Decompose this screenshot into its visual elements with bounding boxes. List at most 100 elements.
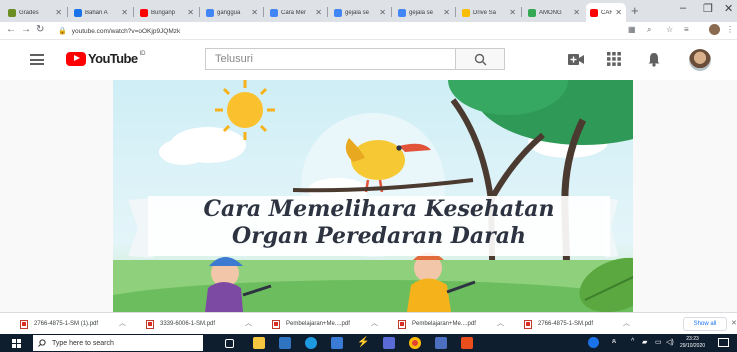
tab-label: gejala se	[345, 9, 370, 16]
download-item[interactable]: 2766-4875-1-SM (1).pdf	[20, 317, 98, 331]
download-item[interactable]: 3339-6006-1-SM.pdf	[146, 317, 215, 331]
help-icon[interactable]	[588, 337, 599, 348]
notifications-bell-icon[interactable]	[648, 52, 660, 67]
tab-close-icon[interactable]: ✕	[509, 8, 516, 17]
search-placeholder: Telusuri	[215, 53, 253, 65]
power-icon[interactable]: ⚡	[357, 337, 369, 349]
zoom-icon[interactable]: ⌕	[647, 25, 651, 35]
tab-label: Grades	[19, 9, 39, 16]
browser-tab[interactable]: Bunganp ✕	[136, 3, 198, 22]
downloads-bar: 2766-4875-1-SM (1).pdf ︿ 3339-6006-1-SM.…	[0, 312, 737, 334]
photos-icon[interactable]	[435, 337, 447, 349]
video-player-area: Cara Memelihara Kesehatan Organ Peredara…	[0, 80, 737, 312]
bookmark-star-icon[interactable]: ☆	[666, 25, 673, 34]
download-filename: Pembelajaran+Me....pdf	[412, 321, 476, 327]
pdf-file-icon	[272, 319, 280, 329]
chevron-up-icon[interactable]: ︿	[119, 318, 126, 328]
network-icon[interactable]: ▰	[642, 338, 647, 346]
youtube-wordmark: YouTube	[88, 51, 138, 66]
download-filename: Pembelajaran+Me....pdf	[286, 321, 350, 327]
close-window-icon[interactable]: ✕	[724, 2, 733, 15]
region-code: ID	[139, 50, 146, 57]
taskbar-clock[interactable]: 23:23 29/10/2020	[680, 336, 705, 350]
office-icon[interactable]	[461, 337, 473, 349]
tab-favicon-icon	[590, 8, 598, 17]
reading-list-icon[interactable]: ≡	[684, 25, 689, 34]
video-title-banner: Cara Memelihara Kesehatan Organ Peredara…	[148, 196, 610, 256]
youtube-logo[interactable]: YouTube ID	[66, 51, 145, 66]
account-avatar[interactable]	[689, 49, 711, 71]
maximize-icon[interactable]: ❐	[703, 2, 713, 15]
browser-menu-icon[interactable]: ⋮	[726, 25, 734, 34]
tab-label: Cara Mer	[281, 9, 307, 16]
browser-tab[interactable]: AMONG ✕	[524, 3, 584, 22]
file-explorer-icon[interactable]	[253, 337, 265, 349]
notifications-icon[interactable]	[718, 338, 729, 347]
create-video-icon[interactable]	[568, 53, 584, 66]
hamburger-menu-icon[interactable]	[30, 54, 44, 65]
edge-icon[interactable]	[305, 337, 317, 349]
browser-tab[interactable]: Drive Sa ✕	[458, 3, 520, 22]
tab-label: CAR	[601, 9, 613, 16]
store-icon[interactable]	[331, 337, 343, 349]
browser-tab[interactable]: gejala se ✕	[330, 3, 390, 22]
user-people-icon[interactable]: ጰ	[612, 338, 616, 346]
chevron-up-icon[interactable]: ︿	[623, 318, 630, 328]
search-input[interactable]: Telusuri	[205, 48, 455, 70]
browser-tab[interactable]: Bahan A ✕	[70, 3, 132, 22]
download-item[interactable]: Pembelajaran+Me....pdf	[272, 317, 350, 331]
tab-close-icon[interactable]: ✕	[121, 8, 128, 17]
chevron-up-icon[interactable]: ︿	[245, 318, 252, 328]
close-downloads-icon[interactable]: ✕	[731, 319, 737, 327]
chevron-up-icon[interactable]: ︿	[497, 318, 504, 328]
download-filename: 2766-4875-1-SM (1).pdf	[34, 321, 99, 327]
tab-close-icon[interactable]: ✕	[573, 8, 580, 17]
tab-close-icon[interactable]: ✕	[251, 8, 258, 17]
windows-start-icon[interactable]	[12, 339, 21, 348]
chevron-up-icon[interactable]: ︿	[371, 318, 378, 328]
tab-close-icon[interactable]: ✕	[379, 8, 386, 17]
address-bar[interactable]: 🔒 youtube.com/watch?v=oOKjp9JQMzk	[58, 24, 618, 38]
download-item[interactable]: Pembelajaran+Me....pdf	[398, 317, 476, 331]
download-filename: 2766-4875-1-SM.pdf	[538, 321, 594, 327]
browser-profile-avatar[interactable]	[709, 24, 720, 35]
minimize-icon[interactable]: –	[680, 2, 686, 14]
translate-icon[interactable]: ▦	[628, 25, 636, 34]
tab-close-icon[interactable]: ✕	[315, 8, 322, 17]
tab-close-icon[interactable]: ✕	[615, 8, 622, 17]
tab-favicon-icon	[528, 8, 536, 17]
youtube-header: YouTube ID Telusuri	[0, 40, 737, 80]
windows-taskbar: Type here to search ⚡ ጰ ^ ▰ ▭ ◁) 23:23 2…	[0, 334, 737, 352]
browser-tab[interactable]: Cara Mer ✕	[266, 3, 326, 22]
tab-favicon-icon	[8, 8, 16, 17]
chevron-up-tray-icon[interactable]: ^	[631, 338, 634, 345]
video-player[interactable]: Cara Memelihara Kesehatan Organ Peredara…	[113, 80, 633, 312]
new-tab-button[interactable]: +	[631, 3, 639, 18]
tab-label: AMONG	[539, 9, 562, 16]
tab-label: Bunganp	[151, 9, 176, 16]
taskbar-search-input[interactable]: Type here to search	[33, 335, 203, 351]
tab-close-icon[interactable]: ✕	[187, 8, 194, 17]
search-button[interactable]	[455, 48, 505, 70]
url-text: youtube.com/watch?v=oOKjp9JQMzk	[71, 27, 181, 35]
browser-tab[interactable]: gejala se ✕	[394, 3, 454, 22]
back-arrow-icon[interactable]: ←	[6, 24, 16, 35]
video-title-line-2: Organ Peredaran Darah	[232, 223, 526, 249]
mail-icon[interactable]	[383, 337, 395, 349]
browser-tab[interactable]: Grades ✕	[4, 3, 66, 22]
apps-grid-icon[interactable]	[607, 52, 621, 66]
show-all-downloads-button[interactable]: Show all	[683, 317, 727, 331]
reload-icon[interactable]: ↻	[36, 24, 44, 35]
tab-favicon-icon	[74, 8, 82, 17]
download-item[interactable]: 2766-4875-1-SM.pdf	[524, 317, 593, 331]
browser-tab[interactable]: ganggua ✕	[202, 3, 262, 22]
browser-tab-active[interactable]: CAR ✕	[586, 3, 626, 22]
tab-close-icon[interactable]: ✕	[443, 8, 450, 17]
battery-icon[interactable]: ▭	[655, 338, 662, 346]
chrome-icon[interactable]	[409, 337, 421, 349]
forward-arrow-icon[interactable]: →	[21, 24, 31, 35]
tab-close-icon[interactable]: ✕	[55, 8, 62, 17]
task-view-icon[interactable]	[225, 339, 234, 348]
teams-icon[interactable]	[279, 337, 291, 349]
volume-icon[interactable]: ◁)	[666, 338, 674, 346]
